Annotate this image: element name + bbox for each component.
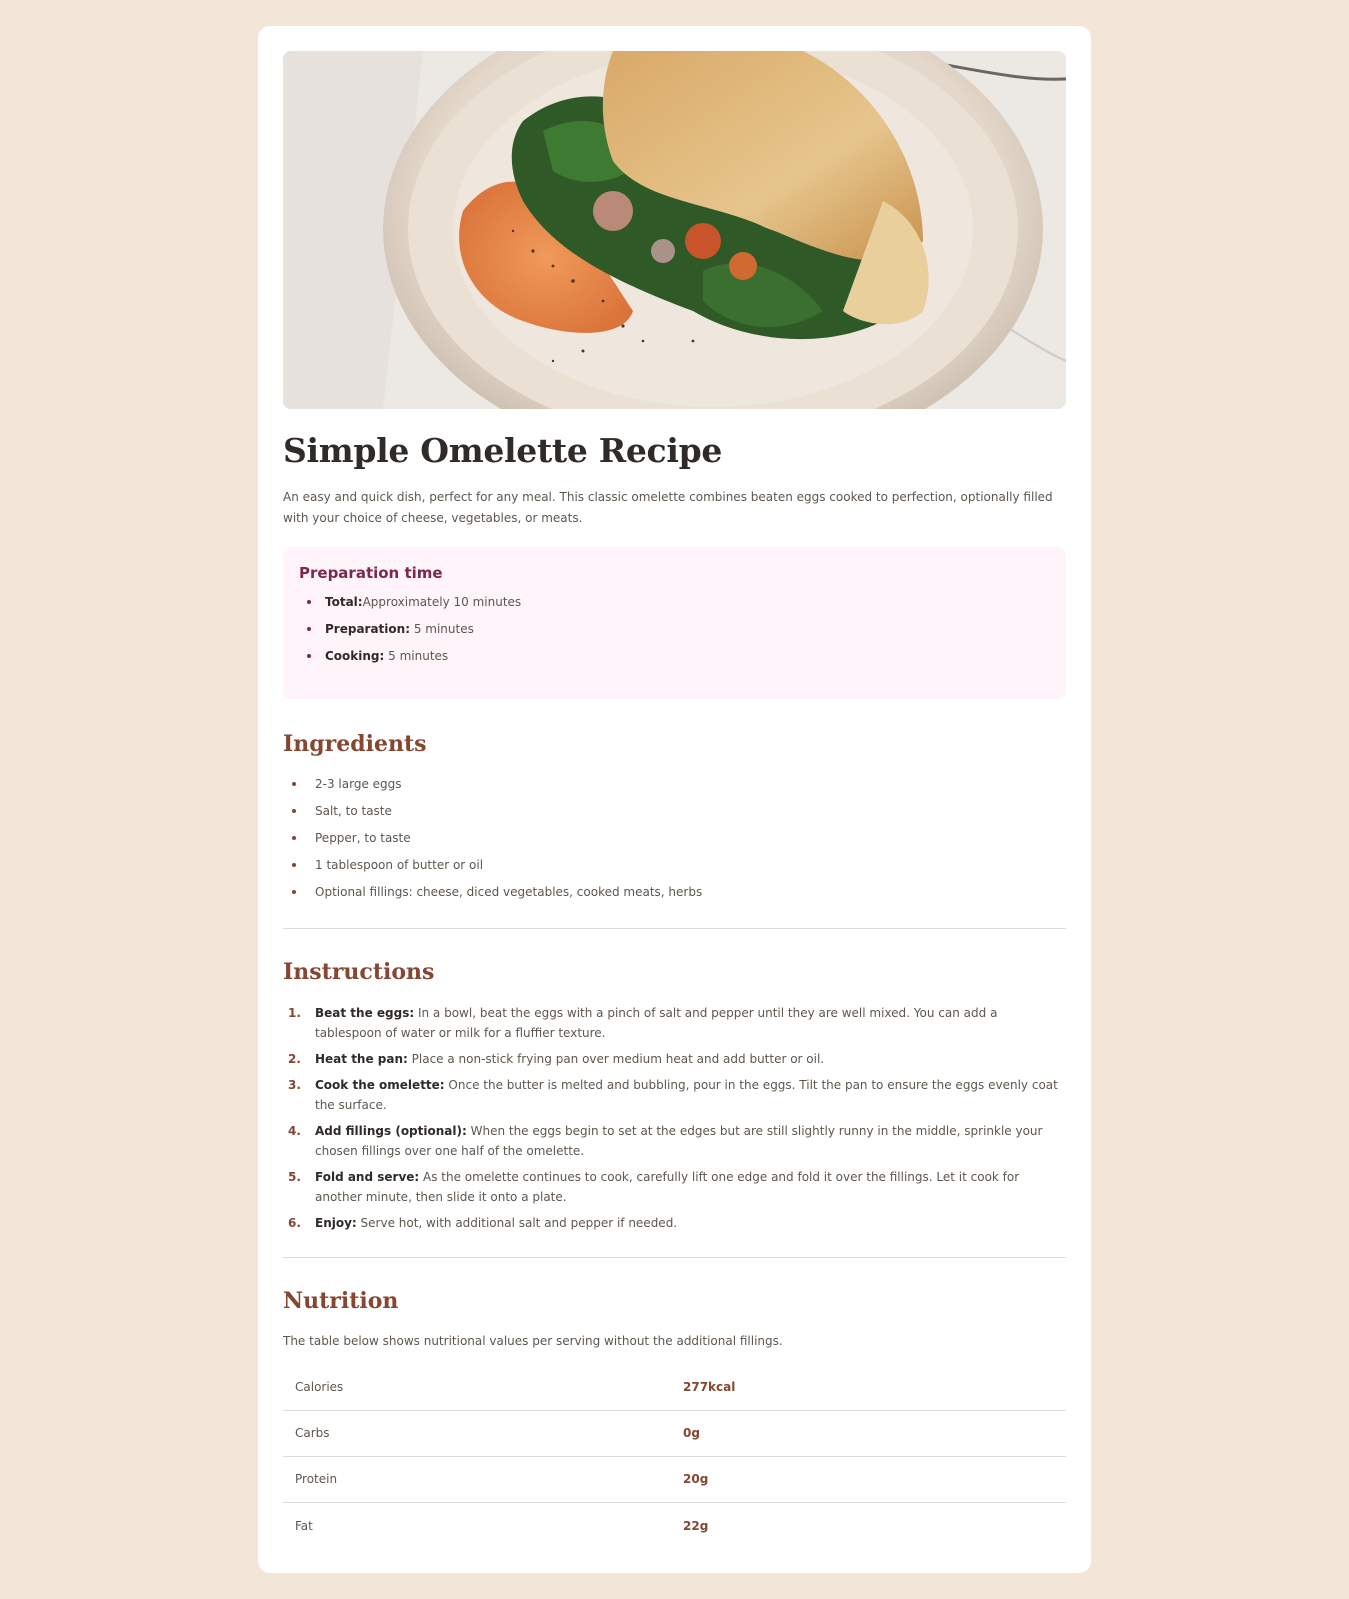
list-item: 2. Heat the pan: Place a non-stick frying…: [283, 1049, 1066, 1069]
ingredients-list: 2-3 large eggs Salt, to taste Pepper, to…: [283, 775, 1066, 901]
nutrient-label: Calories: [283, 1364, 683, 1411]
nutrition-note: The table below shows nutritional values…: [283, 1334, 783, 1349]
prep-label: Preparation:: [325, 622, 410, 637]
step-text: As the omelette continues to cook, caref…: [315, 1170, 1020, 1205]
step-text: Serve hot, with additional salt and pepp…: [356, 1216, 678, 1231]
step-number: 1.: [288, 1006, 301, 1021]
prep-value: 5 minutes: [410, 622, 474, 637]
step-label: Cook the omelette:: [315, 1078, 445, 1093]
step-number: 4.: [288, 1124, 301, 1139]
list-item: 1 tablespoon of butter or oil: [283, 856, 1066, 874]
prep-value: Approximately 10 minutes: [362, 595, 522, 610]
step-number: 6.: [288, 1216, 301, 1231]
step-number: 3.: [288, 1078, 301, 1093]
prep-label: Total:: [325, 595, 363, 610]
nutrient-label: Carbs: [283, 1410, 683, 1457]
list-item: Pepper, to taste: [283, 829, 1066, 847]
step-label: Fold and serve:: [315, 1170, 420, 1185]
preparation-time-title: Preparation time: [299, 564, 443, 583]
list-item: Preparation: 5 minutes: [299, 620, 1050, 638]
prep-value: 5 minutes: [384, 649, 449, 664]
nutrition-section: Nutrition The table below shows nutritio…: [283, 1258, 1066, 1548]
page-title: Simple Omelette Recipe: [283, 431, 723, 470]
list-item: 5. Fold and serve: As the omelette contin…: [283, 1167, 1066, 1207]
list-item: Salt, to taste: [283, 802, 1066, 820]
instructions-heading: Instructions: [283, 959, 435, 986]
instructions-list: 1. Beat the eggs: In a bowl, beat the egg…: [283, 1003, 1066, 1233]
step-number: 5.: [288, 1170, 301, 1185]
preparation-time-box: Preparation time Total:Approximately 10 …: [283, 547, 1066, 700]
nutrient-value: 277kcal: [683, 1364, 1066, 1411]
nutrition-table: Calories 277kcal Carbs 0g Protein 20g Fa…: [283, 1364, 1066, 1548]
table-row: Calories 277kcal: [283, 1364, 1066, 1411]
instructions-section: Instructions 1. Beat the eggs: In a bowl,…: [283, 929, 1066, 1257]
list-item: 3. Cook the omelette: Once the butter is …: [283, 1075, 1066, 1115]
ingredients-heading: Ingredients: [283, 731, 427, 758]
list-item: 4. Add fillings (optional): When the eggs…: [283, 1121, 1066, 1161]
step-label: Add fillings (optional):: [315, 1124, 467, 1139]
step-label: Heat the pan:: [315, 1052, 408, 1067]
nutrient-value: 20g: [683, 1456, 1066, 1503]
list-item: Total:Approximately 10 minutes: [299, 593, 1050, 611]
recipe-intro: An easy and quick dish, perfect for any …: [283, 490, 1053, 526]
prep-label: Cooking:: [325, 649, 385, 664]
table-row: Carbs 0g: [283, 1410, 1066, 1457]
nutrition-heading: Nutrition: [283, 1288, 399, 1315]
preparation-time-list: Total:Approximately 10 minutes Preparati…: [299, 593, 1050, 665]
list-item: Optional fillings: cheese, diced vegetab…: [283, 883, 1066, 901]
step-text: Place a non-stick frying pan over medium…: [407, 1052, 825, 1067]
step-label: Enjoy:: [315, 1216, 357, 1231]
step-text: In a bowl, beat the eggs with a pinch of…: [315, 1006, 998, 1041]
table-row: Fat 22g: [283, 1502, 1066, 1548]
nutrient-value: 0g: [683, 1410, 1066, 1457]
step-number: 2.: [288, 1052, 301, 1067]
omelette-photo: [283, 51, 1066, 409]
nutrient-label: Protein: [283, 1456, 683, 1503]
list-item: Cooking: 5 minutes: [299, 647, 1050, 665]
list-item: 1. Beat the eggs: In a bowl, beat the egg…: [283, 1003, 1066, 1043]
nutrient-label: Fat: [295, 1518, 313, 1533]
ingredients-section: Ingredients 2-3 large eggs Salt, to tast…: [283, 731, 1066, 928]
list-item: 6. Enjoy: Serve hot, with additional salt…: [283, 1213, 1066, 1233]
table-row: Protein 20g: [283, 1456, 1066, 1503]
step-label: Beat the eggs:: [315, 1006, 415, 1021]
recipe-card: Simple Omelette Recipe An easy and quick…: [258, 26, 1091, 1573]
nutrient-value: 22g: [683, 1518, 709, 1533]
list-item: 2-3 large eggs: [283, 775, 1066, 793]
